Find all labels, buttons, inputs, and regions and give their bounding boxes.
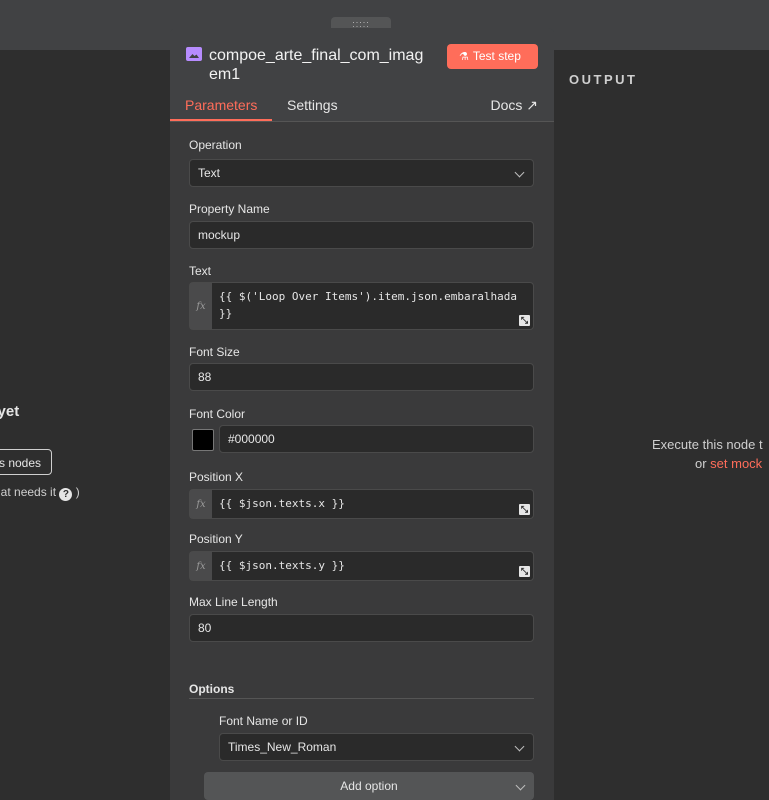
parameters-body: Operation Text Property Name mockup Text… [170, 122, 554, 800]
property-name-label: Property Name [189, 202, 270, 216]
output-label: OUTPUT [569, 72, 638, 87]
input-hint: hat needs it ? ) [0, 485, 80, 501]
font-color-input[interactable]: #000000 [219, 425, 534, 453]
max-line-length-label: Max Line Length [189, 595, 278, 609]
test-step-button[interactable]: ⚗ Test step [447, 44, 538, 69]
output-mock-text: or set mock [695, 456, 763, 471]
font-color-label: Font Color [189, 407, 246, 421]
position-y-value[interactable]: {{ $json.texts.y }} [219, 557, 527, 574]
options-divider [189, 698, 534, 699]
max-line-length-input[interactable]: 80 [189, 614, 534, 642]
fx-icon: fx [190, 552, 212, 580]
font-name-label: Font Name or ID [219, 714, 308, 728]
font-size-input[interactable]: 88 [189, 363, 534, 391]
text-expression-value[interactable]: {{ $('Loop Over Items').item.json.embara… [219, 288, 527, 322]
tab-parameters[interactable]: Parameters [185, 97, 257, 113]
flask-icon: ⚗ [459, 51, 469, 63]
operation-label: Operation [189, 138, 242, 152]
text-expression-input[interactable]: fx {{ $('Loop Over Items').item.json.emb… [189, 282, 534, 330]
position-y-expression-input[interactable]: fx {{ $json.texts.y }} ⤡ [189, 551, 534, 581]
font-name-select[interactable]: Times_New_Roman [219, 733, 534, 761]
node-parameters-panel: compoe_arte_final_com_imagem1 ⚗ Test step… [170, 28, 554, 800]
fx-icon: fx [190, 490, 212, 518]
execute-previous-nodes-button[interactable]: s nodes [0, 449, 52, 475]
position-x-label: Position X [189, 470, 244, 484]
question-icon[interactable]: ? [59, 488, 73, 501]
add-option-button[interactable]: Add option [204, 772, 534, 800]
operation-select[interactable]: Text [189, 159, 534, 187]
tab-settings[interactable]: Settings [287, 97, 338, 113]
position-x-expression-input[interactable]: fx {{ $json.texts.x }} ⤡ [189, 489, 534, 519]
node-tabs: Parameters Settings Docs ↗ [170, 94, 554, 122]
property-name-input[interactable]: mockup [189, 221, 534, 249]
font-color-swatch[interactable] [192, 429, 214, 451]
docs-link[interactable]: Docs ↗ [490, 97, 538, 114]
fx-icon: fx [190, 283, 212, 329]
set-mock-data-link[interactable]: set mock [710, 456, 762, 471]
active-tab-indicator [170, 119, 272, 121]
expand-icon[interactable]: ⤡ [519, 566, 530, 577]
position-x-value[interactable]: {{ $json.texts.x }} [219, 495, 527, 512]
chevron-down-icon [514, 741, 525, 752]
chevron-down-icon [515, 780, 526, 791]
external-link-icon: ↗ [526, 97, 538, 113]
input-panel: ta yet s nodes hat needs it ? ) [0, 50, 170, 800]
input-empty-title: ta yet [0, 403, 20, 420]
position-y-label: Position Y [189, 532, 243, 546]
text-label: Text [189, 264, 212, 278]
chevron-down-icon [514, 167, 525, 178]
font-size-label: Font Size [189, 345, 240, 359]
node-title[interactable]: compoe_arte_final_com_imagem1 [209, 46, 429, 84]
image-icon [186, 47, 202, 61]
output-execute-text: Execute this node t [652, 437, 763, 452]
expand-icon[interactable]: ⤡ [519, 504, 530, 515]
options-label: Options [189, 682, 235, 696]
expand-icon[interactable]: ⤡ [519, 315, 530, 326]
node-header: compoe_arte_final_com_imagem1 ⚗ Test step… [170, 28, 554, 122]
